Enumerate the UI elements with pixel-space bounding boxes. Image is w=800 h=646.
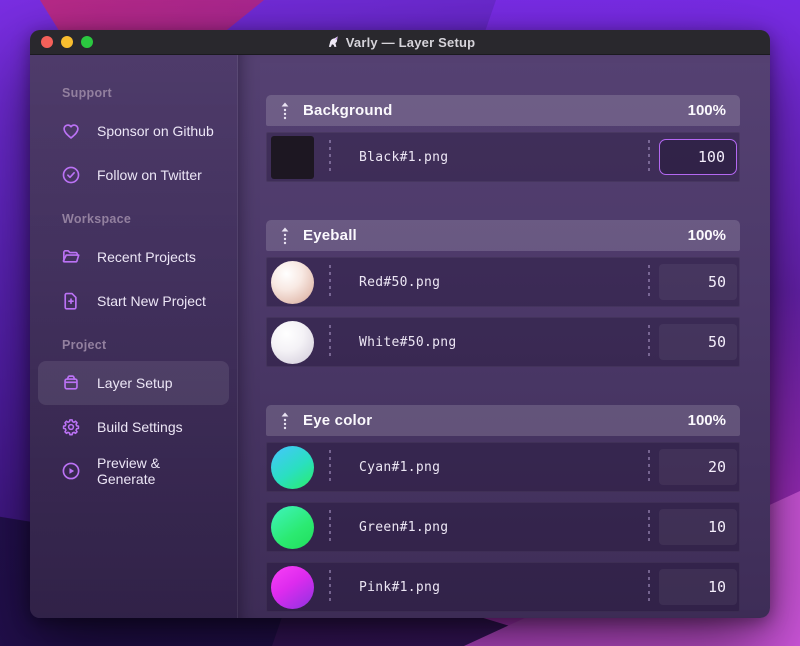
sidebar-item-label: Follow on Twitter	[97, 167, 202, 183]
sidebar-item-label: Layer Setup	[97, 375, 173, 391]
green-circle-thumbnail	[271, 505, 314, 549]
red-sphere-thumbnail	[271, 260, 314, 304]
layer-filename: Red#50.png	[359, 274, 441, 290]
divider	[329, 325, 331, 359]
layer-group-weight: 100%	[687, 412, 726, 429]
layer-filename: Black#1.png	[359, 149, 449, 165]
divider	[329, 450, 331, 484]
layer-weight-input[interactable]	[659, 324, 737, 360]
layer-weight-input[interactable]	[659, 264, 737, 300]
layer-row-red-50-png[interactable]: Red#50.png	[266, 257, 740, 307]
sidebar-item-label: Preview & Generate	[97, 455, 161, 487]
layer-group-header[interactable]: Eyeball 100%	[266, 220, 740, 251]
sidebar-item-recent-projects[interactable]: Recent Projects	[38, 235, 229, 279]
window-title: Varly — Layer Setup	[30, 35, 770, 50]
play-circle-icon	[60, 460, 82, 482]
sidebar-item-label: Sponsor on Github	[97, 123, 214, 139]
zoom-button[interactable]	[81, 36, 93, 48]
layer-row-black-1-png[interactable]: Black#1.png	[266, 132, 740, 182]
divider	[329, 570, 331, 604]
magenta-circle-thumbnail	[271, 565, 314, 609]
black-square-thumbnail	[271, 135, 314, 179]
divider	[648, 325, 650, 359]
layer-weight-input[interactable]	[659, 139, 737, 175]
badge-check-icon	[60, 164, 82, 186]
sidebar-section-label: Support	[62, 86, 113, 100]
sidebar-section-project: Project Layer Setup Build Settings Previ…	[30, 337, 237, 493]
divider	[648, 140, 650, 174]
layer-weight-input[interactable]	[659, 569, 737, 605]
layer-group-background: Background 100% Black#1.png	[266, 95, 740, 182]
gear-icon	[60, 416, 82, 438]
sidebar-item-preview-generate[interactable]: Preview & Generate	[38, 449, 229, 493]
heart-icon	[60, 120, 82, 142]
divider	[329, 140, 331, 174]
divider	[648, 570, 650, 604]
drag-handle-icon[interactable]	[278, 226, 292, 246]
divider	[648, 265, 650, 299]
layer-row-green-1-png[interactable]: Green#1.png	[266, 502, 740, 552]
window-content: Support Sponsor on Github Follow on Twit…	[30, 55, 770, 618]
layer-group-title: Background	[303, 102, 393, 119]
window-title-text: Varly — Layer Setup	[345, 34, 476, 50]
layer-row-cyan-1-png[interactable]: Cyan#1.png	[266, 442, 740, 492]
traffic-lights	[41, 36, 93, 48]
layer-group-weight: 100%	[687, 227, 726, 244]
sidebar-section-support: Support Sponsor on Github Follow on Twit…	[30, 85, 237, 197]
layer-filename: Pink#1.png	[359, 579, 441, 595]
sidebar-item-label: Build Settings	[97, 419, 183, 435]
layer-weight-input[interactable]	[659, 509, 737, 545]
layer-row-white-50-png[interactable]: White#50.png	[266, 317, 740, 367]
titlebar[interactable]: Varly — Layer Setup	[30, 30, 770, 55]
minimize-button[interactable]	[61, 36, 73, 48]
archive-icon	[60, 372, 82, 394]
layer-filename: Green#1.png	[359, 519, 449, 535]
layer-group-title: Eyeball	[303, 227, 357, 244]
layer-filename: Cyan#1.png	[359, 459, 441, 475]
divider	[648, 510, 650, 544]
layer-group-header[interactable]: Eye color 100%	[266, 405, 740, 436]
divider	[329, 510, 331, 544]
layer-weight-input[interactable]	[659, 449, 737, 485]
file-plus-icon	[60, 290, 82, 312]
layer-setup-panel: Background 100% Black#1.png Eyeball 100%…	[238, 55, 770, 618]
unicorn-icon	[325, 35, 340, 50]
sidebar-item-label: Start New Project	[97, 293, 206, 309]
layer-group-weight: 100%	[687, 102, 726, 119]
sidebar-section-label: Workspace	[62, 212, 132, 226]
layer-group-title: Eye color	[303, 412, 373, 429]
sidebar-item-label: Recent Projects	[97, 249, 196, 265]
close-button[interactable]	[41, 36, 53, 48]
layer-group-eyeball: Eyeball 100% Red#50.png White#50.png	[266, 220, 740, 367]
sidebar-item-sponsor-on-github[interactable]: Sponsor on Github	[38, 109, 229, 153]
sidebar-item-build-settings[interactable]: Build Settings	[38, 405, 229, 449]
drag-handle-icon[interactable]	[278, 411, 292, 431]
folder-icon	[60, 246, 82, 268]
app-window: Varly — Layer Setup Support Sponsor on G…	[30, 30, 770, 618]
layer-group-eye-color: Eye color 100% Cyan#1.png Green#1.png Pi…	[266, 405, 740, 612]
divider	[329, 265, 331, 299]
white-sphere-thumbnail	[271, 320, 314, 364]
layer-filename: White#50.png	[359, 334, 457, 350]
cyan-circle-thumbnail	[271, 445, 314, 489]
layer-row-pink-1-png[interactable]: Pink#1.png	[266, 562, 740, 612]
sidebar-item-layer-setup[interactable]: Layer Setup	[38, 361, 229, 405]
sidebar-section-workspace: Workspace Recent Projects Start New Proj…	[30, 211, 237, 323]
sidebar-section-label: Project	[62, 338, 107, 352]
sidebar-item-follow-on-twitter[interactable]: Follow on Twitter	[38, 153, 229, 197]
layer-group-header[interactable]: Background 100%	[266, 95, 740, 126]
divider	[648, 450, 650, 484]
sidebar-item-start-new-project[interactable]: Start New Project	[38, 279, 229, 323]
drag-handle-icon[interactable]	[278, 101, 292, 121]
sidebar: Support Sponsor on Github Follow on Twit…	[30, 55, 238, 618]
